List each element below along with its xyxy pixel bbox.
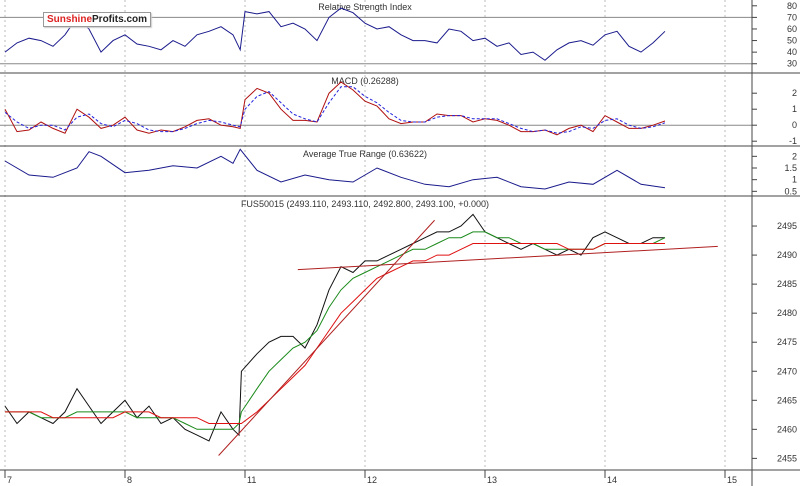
y-tick-label: 40 (787, 47, 797, 57)
y-tick-label: 2 (792, 151, 797, 161)
y-tick-label: 1 (792, 104, 797, 114)
y-tick-label: 2455 (777, 453, 797, 463)
x-tick-label: 14 (607, 475, 617, 485)
panel-title: MACD (0.26288) (331, 76, 399, 86)
chart-window: 80 70 60 50 40 30 Relative Strength Index 2 1 0 -1… (0, 0, 800, 486)
y-tick-label: 50 (787, 36, 797, 46)
y-tick-label: 1 (792, 175, 797, 185)
panel-title: FUS50015 (2493.110, 2493.110, 2492.800, … (241, 199, 489, 209)
y-tick-label: 70 (787, 12, 797, 22)
y-tick-label: 80 (787, 1, 797, 11)
y-tick-label: 2480 (777, 308, 797, 318)
x-tick-label: 7 (7, 475, 12, 485)
series-line-ma-slow (5, 243, 665, 424)
y-tick-label: 0.5 (784, 186, 797, 196)
logo-part2: Profits.com (92, 14, 148, 25)
y-tick-label: 2460 (777, 424, 797, 434)
y-tick-label: 2475 (777, 337, 797, 347)
x-tick-label: 8 (127, 475, 132, 485)
y-tick-label: 60 (787, 24, 797, 34)
logo-part1: Sunshine (47, 14, 93, 25)
y-tick-label: 2495 (777, 221, 797, 231)
x-tick-label: 15 (727, 475, 737, 485)
x-tick-label: 12 (367, 475, 377, 485)
series-line-macd (4, 81, 666, 136)
y-tick-label: 30 (787, 59, 797, 69)
chart-svg: 8070 60 5040 30 Relative Strength Index 2 1 0 -1… (0, 0, 800, 486)
sunshine-profits-logo: SunshineProfits.com (43, 12, 152, 27)
y-tick-label: 2470 (777, 366, 797, 376)
trendline (218, 219, 435, 456)
trendline (297, 245, 718, 271)
y-tick-label: 2485 (777, 279, 797, 289)
x-tick-label: 13 (487, 475, 497, 485)
y-tick-label: 2465 (777, 395, 797, 405)
x-tick-label: 11 (247, 475, 256, 485)
y-tick-label: 2 (792, 88, 797, 98)
y-tick-label: 1.5 (784, 163, 797, 173)
y-tick-label: 2490 (777, 250, 797, 260)
panel-title: Average True Range (0.63622) (303, 149, 427, 159)
panel-title: Relative Strength Index (318, 2, 412, 12)
y-tick-label: 0 (792, 120, 797, 130)
series-line-signal (4, 86, 666, 134)
y-tick-label: -1 (789, 136, 797, 146)
series-line-ma-fast (5, 231, 666, 430)
